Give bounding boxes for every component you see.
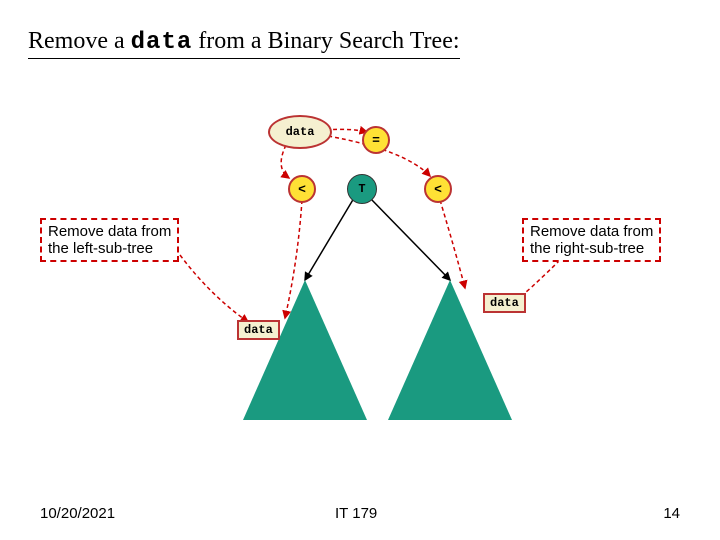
title-prefix: Remove a [28,28,131,54]
footer-page-number: 14 [663,505,680,522]
connector-lines [0,0,720,540]
data-search-node: data [268,115,332,149]
footer-course: IT 179 [335,505,377,522]
data-label-right: data [483,293,526,313]
data-label-left: data [237,320,280,340]
title-mono: data [131,29,193,56]
equals-op: = [362,126,390,154]
less-than-right: < [424,175,452,203]
footer-date: 10/20/2021 [40,505,115,522]
root-node-t: T [347,174,377,204]
title-suffix: from a Binary Search Tree: [192,28,459,54]
slide-title: Remove a data from a Binary Search Tree: [28,28,460,59]
note-left-subtree: Remove data from the left-sub-tree [40,218,179,262]
note-right-subtree: Remove data from the right-sub-tree [522,218,661,262]
less-than-left: < [288,175,316,203]
left-subtree-triangle [243,280,367,420]
